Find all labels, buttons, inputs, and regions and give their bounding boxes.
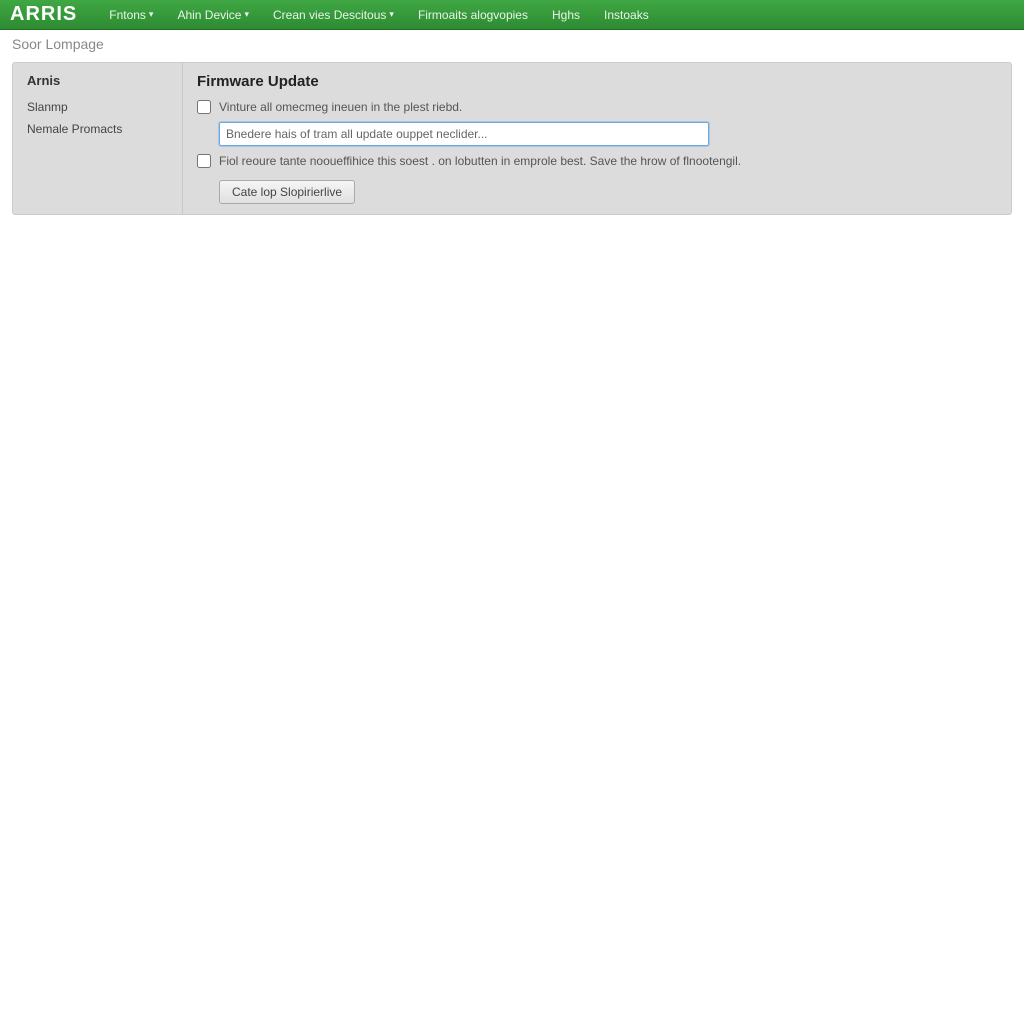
nav-item-1[interactable]: Ahin Device ▾ <box>165 0 261 30</box>
nav-item-label: Hghs <box>552 8 580 22</box>
nav-item-label: Fntons <box>109 8 146 22</box>
caret-down-icon: ▾ <box>149 9 154 20</box>
nav-item-4[interactable]: Hghs <box>540 0 592 30</box>
content-panel: Arnis Slanmp Nemale Promacts Firmware Up… <box>12 62 1012 215</box>
nav-item-label: Ahin Device <box>177 8 241 22</box>
brand-logo: ARRIS <box>10 3 77 26</box>
submit-button[interactable]: Cate lop Slopirierlive <box>219 180 355 204</box>
sidebar-item-0[interactable]: Slanmp <box>27 96 168 118</box>
page-title: Firmware Update <box>197 73 997 90</box>
breadcrumb: Soor Lompage <box>0 30 1024 58</box>
sidebar-title: Arnis <box>27 73 168 88</box>
nav-item-0[interactable]: Fntons ▾ <box>97 0 165 30</box>
nav-item-3[interactable]: Firmoaits alogvopies <box>406 0 540 30</box>
checkbox-row-2: Fiol reoure tante nooueffihice this soes… <box>197 154 997 168</box>
nav-item-5[interactable]: Instoaks <box>592 0 661 30</box>
checkbox-1-label: Vinture all omecmeg ineuen in the plest … <box>219 100 462 114</box>
caret-down-icon: ▾ <box>389 9 394 20</box>
top-navbar: ARRIS Fntons ▾ Ahin Device ▾ Crean vies … <box>0 0 1024 30</box>
nav-item-label: Crean vies Descitous <box>273 8 386 22</box>
caret-down-icon: ▾ <box>244 9 249 20</box>
checkbox-2[interactable] <box>197 154 211 168</box>
update-input[interactable] <box>219 122 709 146</box>
input-row <box>197 122 997 146</box>
checkbox-row-1: Vinture all omecmeg ineuen in the plest … <box>197 100 997 114</box>
nav-item-2[interactable]: Crean vies Descitous ▾ <box>261 0 406 30</box>
checkbox-2-label: Fiol reoure tante nooueffihice this soes… <box>219 154 741 168</box>
checkbox-1[interactable] <box>197 100 211 114</box>
sidebar-item-1[interactable]: Nemale Promacts <box>27 118 168 140</box>
nav-item-label: Instoaks <box>604 8 649 22</box>
sidebar: Arnis Slanmp Nemale Promacts <box>13 63 183 214</box>
main-area: Firmware Update Vinture all omecmeg ineu… <box>183 63 1011 214</box>
nav-item-label: Firmoaits alogvopies <box>418 8 528 22</box>
